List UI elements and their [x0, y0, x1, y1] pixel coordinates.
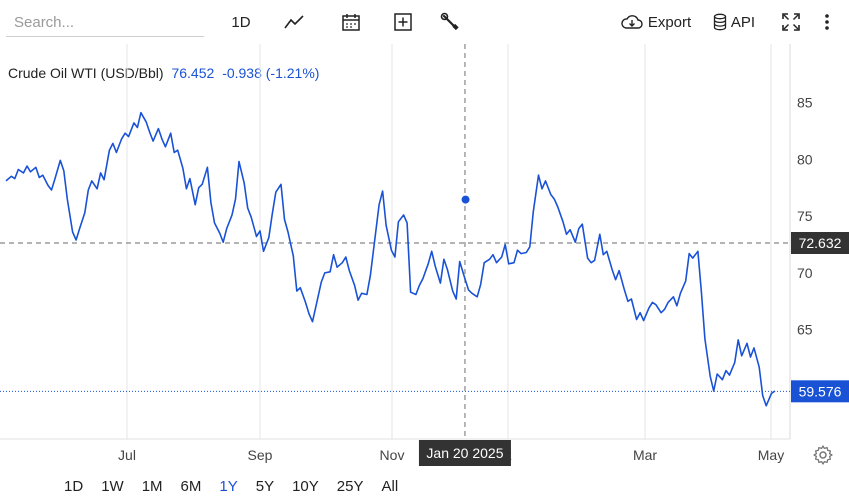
fullscreen-icon[interactable] [778, 8, 804, 36]
y-tick-label: 80 [797, 151, 813, 167]
gear-icon[interactable] [812, 444, 834, 466]
x-tick-label: Sep [248, 447, 273, 463]
calendar-icon[interactable] [337, 8, 365, 36]
crosshair-marker [461, 195, 470, 204]
range-button-1w[interactable]: 1W [92, 478, 133, 495]
interval-button[interactable]: 1D [226, 8, 256, 36]
database-icon [713, 13, 727, 31]
crosshair-x-label: Jan 20 2025 [426, 445, 503, 461]
x-tick-label: Nov [380, 447, 405, 463]
x-tick-label: May [758, 447, 784, 463]
export-button[interactable]: Export [618, 8, 694, 36]
search-input[interactable] [6, 9, 204, 37]
line-chart-icon[interactable] [281, 8, 309, 36]
range-button-1y[interactable]: 1Y [210, 478, 246, 495]
y-tick-label: 70 [797, 265, 813, 281]
last-value-label: 59.576 [799, 383, 842, 399]
range-button-5y[interactable]: 5Y [247, 478, 283, 495]
toolbar: 1D Export API [0, 0, 849, 44]
wrench-icon[interactable] [436, 8, 464, 36]
range-button-10y[interactable]: 10Y [283, 478, 328, 495]
range-button-1m[interactable]: 1M [133, 478, 172, 495]
range-button-1d[interactable]: 1D [0, 478, 92, 495]
more-icon[interactable] [817, 8, 837, 36]
price-chart[interactable]: 6570758085JulSepNov2MarMay72.63259.576Ja… [0, 44, 849, 472]
x-tick-label: Mar [633, 447, 657, 463]
y-tick-label: 75 [797, 208, 813, 224]
api-button[interactable]: API [710, 8, 758, 36]
y-tick-label: 65 [797, 322, 813, 338]
api-label: API [730, 13, 756, 31]
crosshair-y-label: 72.632 [799, 235, 842, 251]
range-button-25y[interactable]: 25Y [328, 478, 373, 495]
range-selector: 1D 1W 1M 6M 1Y 5Y 10Y 25Y All [0, 472, 407, 500]
export-label: Export [647, 13, 692, 31]
price-line [5, 111, 776, 407]
y-tick-label: 85 [797, 95, 813, 111]
x-tick-label: Jul [118, 447, 136, 463]
range-button-6m[interactable]: 6M [172, 478, 211, 495]
add-indicator-icon[interactable] [389, 8, 417, 36]
range-button-all[interactable]: All [373, 478, 408, 495]
cloud-download-icon [621, 14, 643, 30]
